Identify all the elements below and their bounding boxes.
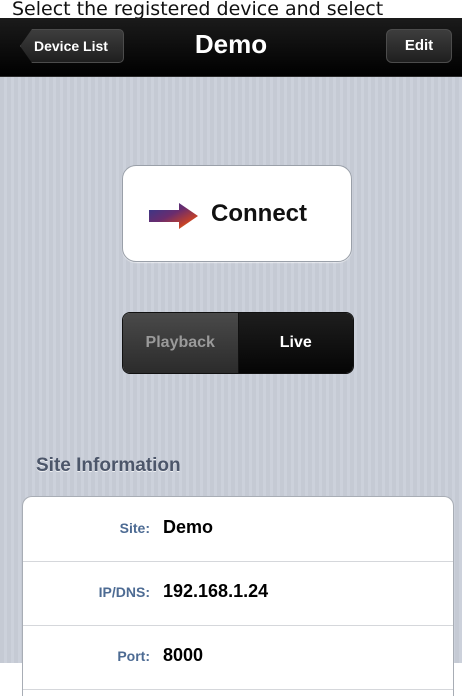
arrow-right-icon [149,203,198,229]
site-row[interactable]: Site: Demo [23,497,453,562]
site-label: Site: [119,520,150,536]
port-label: Port: [117,648,150,664]
segment-live[interactable]: Live [238,313,353,373]
content-area: Connect Playback Live Site Information S… [0,77,462,696]
edit-button[interactable]: Edit [386,29,452,63]
ip-dns-label: IP/DNS: [98,584,150,600]
site-value: Demo [163,517,214,537]
connect-button[interactable]: Connect [122,165,352,262]
port-row[interactable]: Port: 8000 [23,625,453,690]
mode-segmented-control: Playback Live [122,312,354,374]
ip-dns-value: 192.168.1.24 [163,581,269,601]
ip-dns-row[interactable]: IP/DNS: 192.168.1.24 [23,561,453,626]
site-information-header: Site Information [36,455,181,476]
navigation-bar: Device List Demo Edit [0,18,462,77]
back-button-label[interactable]: Device List [34,38,108,54]
instruction-caption: Select the registered device and select [0,0,462,18]
site-info-table: Site: Demo IP/DNS: 192.168.1.24 Port: 80… [22,496,454,696]
segment-playback[interactable]: Playback [123,313,239,373]
connect-label: Connect [211,200,307,227]
